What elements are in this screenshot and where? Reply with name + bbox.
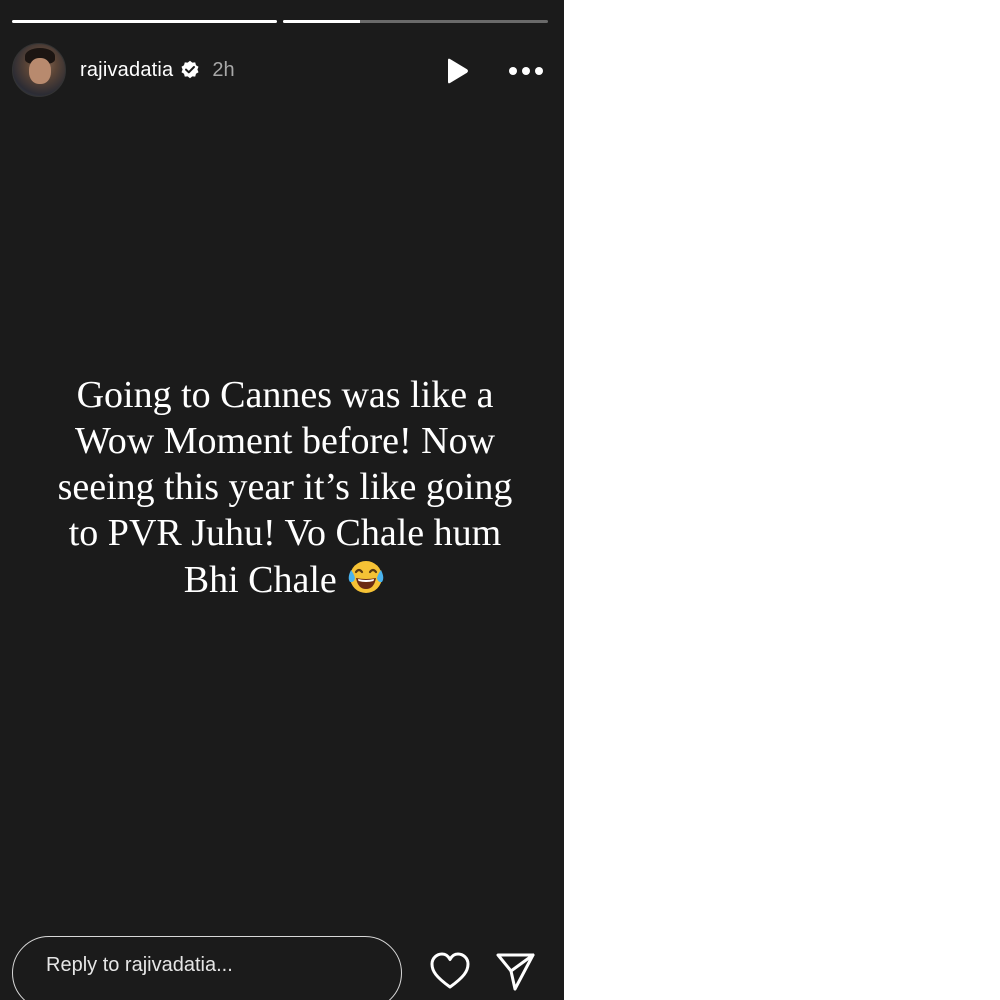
like-button[interactable]	[428, 951, 472, 993]
username[interactable]: rajivadatia	[80, 59, 173, 82]
share-button[interactable]	[495, 951, 537, 993]
play-button[interactable]	[442, 56, 472, 86]
reply-input[interactable]	[12, 936, 402, 1000]
avatar-face	[29, 58, 51, 84]
progress-fill-1	[12, 20, 277, 23]
send-icon	[496, 953, 535, 991]
face-with-tears-of-joy-icon	[346, 556, 386, 596]
story-text: Going to Cannes was like a Wow Moment be…	[20, 372, 550, 603]
story-text-content: Going to Cannes was like a Wow Moment be…	[57, 374, 513, 601]
progress-segment-2	[283, 20, 548, 23]
avatar[interactable]	[12, 43, 66, 97]
play-icon	[448, 58, 468, 84]
story-progress-bar	[12, 20, 548, 24]
more-options-button[interactable]	[506, 56, 546, 86]
progress-fill-2	[283, 20, 360, 23]
story-header: rajivadatia 2h	[12, 43, 552, 97]
post-time: 2h	[212, 58, 235, 81]
progress-segment-1	[12, 20, 277, 23]
heart-icon	[430, 952, 470, 989]
more-horizontal-icon	[509, 67, 543, 75]
story-viewer: rajivadatia 2h Going to Cannes was like …	[0, 0, 564, 1000]
verified-badge-icon	[180, 60, 200, 80]
